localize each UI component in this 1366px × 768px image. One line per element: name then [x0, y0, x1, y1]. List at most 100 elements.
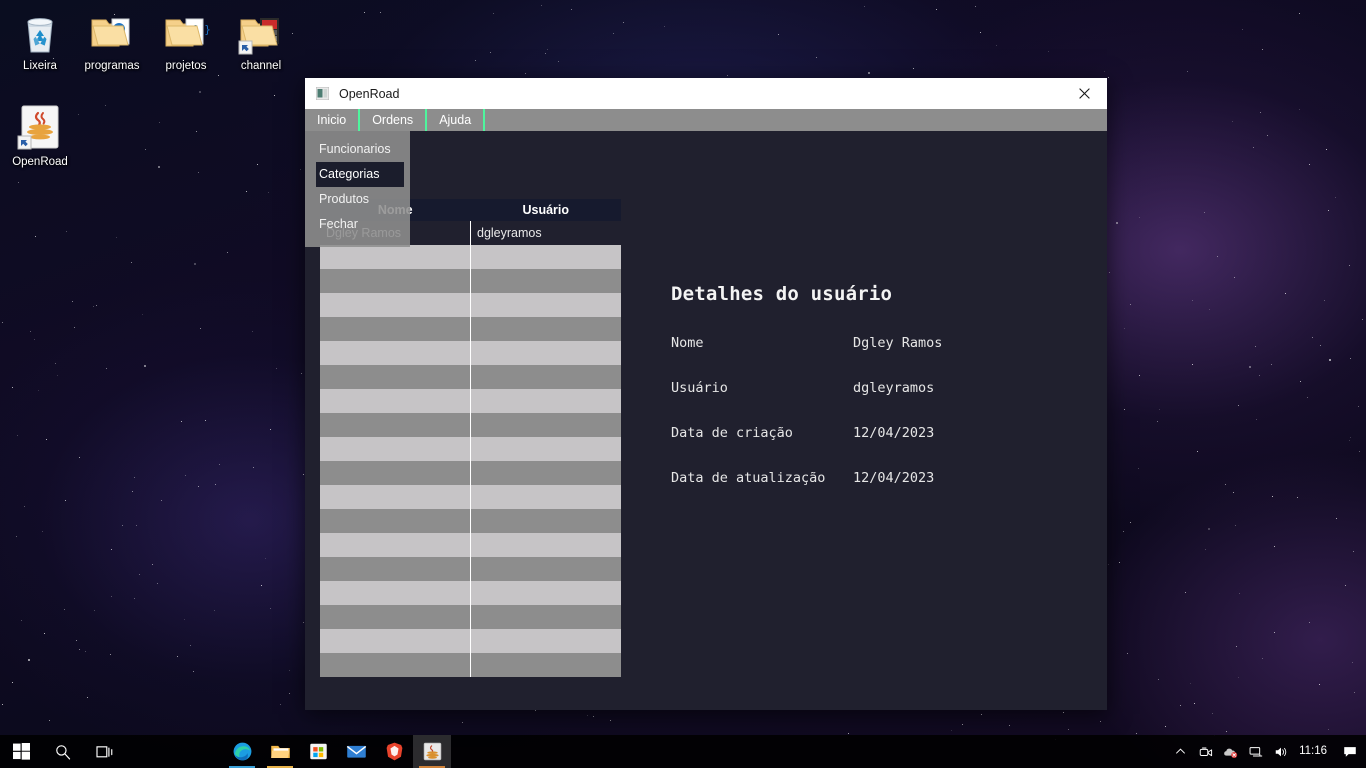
- cell-nome: [320, 533, 471, 557]
- network-icon[interactable]: [1243, 735, 1268, 768]
- cell-usuario: [470, 533, 621, 557]
- menu-label: Inicio: [317, 113, 347, 127]
- taskbar-microsoft-store-icon[interactable]: [299, 735, 337, 768]
- task-view-icon[interactable]: [84, 735, 126, 768]
- cell-usuario: [470, 365, 621, 389]
- desktop-icon-programas[interactable]: programas: [74, 8, 150, 73]
- table-row-empty[interactable]: [320, 413, 621, 437]
- close-icon[interactable]: [1062, 78, 1107, 109]
- cell-usuario: [470, 509, 621, 533]
- desktop-icon-channel[interactable]: channel: [223, 8, 299, 73]
- taskbar-file-explorer-icon[interactable]: [261, 735, 299, 768]
- camera-icon[interactable]: [1193, 735, 1218, 768]
- table-row-empty[interactable]: [320, 245, 621, 269]
- table-row-empty[interactable]: [320, 509, 621, 533]
- desktop-icon-label: programas: [84, 60, 140, 72]
- table-row-empty[interactable]: [320, 485, 621, 509]
- window-title: OpenRoad: [339, 86, 400, 101]
- cell-nome: [320, 605, 471, 629]
- cell-nome: [320, 293, 471, 317]
- menu-item-categorias[interactable]: Categorias: [316, 162, 404, 187]
- detail-value: 12/04/2023: [853, 470, 935, 486]
- folder-shortcut-icon: [237, 8, 285, 56]
- cell-nome: [320, 509, 471, 533]
- java-app-shortcut-icon: [16, 104, 64, 152]
- cell-nome: [320, 653, 471, 677]
- menu-item-funcionarios[interactable]: Funcionarios: [305, 137, 410, 162]
- table-row-empty[interactable]: [320, 533, 621, 557]
- notification-center-icon[interactable]: [1337, 735, 1362, 768]
- table-row-empty[interactable]: [320, 581, 621, 605]
- cell-nome: [320, 413, 471, 437]
- show-hidden-icons-chevron[interactable]: [1168, 735, 1193, 768]
- cell-nome: [320, 365, 471, 389]
- table-row-empty[interactable]: [320, 317, 621, 341]
- cell-nome: [320, 485, 471, 509]
- detail-key: Data de criação: [671, 425, 793, 441]
- menu-inicio-dropdown: Funcionarios Categorias Produtos Fechar: [305, 131, 410, 247]
- user-details-panel: Detalhes do usuário Nome Dgley Ramos Usu…: [671, 283, 1071, 515]
- table-row-empty[interactable]: [320, 461, 621, 485]
- taskbar-mail-icon[interactable]: [337, 735, 375, 768]
- details-title: Detalhes do usuário: [671, 283, 893, 305]
- table-row-empty[interactable]: [320, 269, 621, 293]
- desktop-icon-label: OpenRoad: [12, 156, 68, 168]
- cell-usuario: [470, 629, 621, 653]
- onedrive-error-icon[interactable]: [1218, 735, 1243, 768]
- table-row-empty[interactable]: [320, 629, 621, 653]
- cell-usuario: [470, 557, 621, 581]
- detail-value: Dgley Ramos: [853, 335, 943, 351]
- system-tray: 11:16: [1168, 735, 1366, 768]
- desktop-icon-projetos[interactable]: { } projetos: [148, 8, 224, 73]
- taskbar-apps: [223, 735, 451, 768]
- cell-nome: [320, 437, 471, 461]
- table-row-empty[interactable]: [320, 437, 621, 461]
- taskbar-clock[interactable]: 11:16: [1293, 735, 1337, 768]
- window-titlebar[interactable]: OpenRoad: [305, 78, 1107, 109]
- taskbar-brave-browser-icon[interactable]: [375, 735, 413, 768]
- detail-key: Data de atualização: [671, 470, 826, 486]
- cell-usuario: [470, 461, 621, 485]
- folder-icon: { }: [162, 8, 211, 56]
- cell-usuario: [470, 269, 621, 293]
- desktop: Lixeira programas { } projetos channel O…: [0, 0, 1366, 768]
- search-icon[interactable]: [42, 735, 84, 768]
- table-row-empty[interactable]: [320, 605, 621, 629]
- detail-row-nome: Nome Dgley Ramos: [671, 335, 1071, 351]
- users-table[interactable]: Nome Usuário Dgley Ramosdgleyramos: [320, 199, 621, 677]
- taskbar-edge-icon[interactable]: [223, 735, 261, 768]
- table-row-empty[interactable]: [320, 653, 621, 677]
- cell-usuario: [470, 317, 621, 341]
- table-row-empty[interactable]: [320, 293, 621, 317]
- cell-usuario: [470, 413, 621, 437]
- menu-item-produtos[interactable]: Produtos: [305, 187, 410, 212]
- menu-ordens[interactable]: Ordens: [360, 109, 428, 131]
- table-row-empty[interactable]: [320, 341, 621, 365]
- detail-value: dgleyramos: [853, 380, 935, 396]
- menu-ajuda[interactable]: Ajuda: [427, 109, 486, 131]
- detail-row-usuario: Usuário dgleyramos: [671, 380, 1071, 396]
- menu-label: Ajuda: [439, 113, 472, 127]
- menu-item-fechar[interactable]: Fechar: [305, 212, 410, 237]
- table-row-empty[interactable]: [320, 389, 621, 413]
- desktop-icon-openroad[interactable]: OpenRoad: [2, 104, 78, 169]
- windows-start-icon[interactable]: [0, 735, 42, 768]
- desktop-icon-label: channel: [240, 60, 282, 72]
- taskbar-java-app-icon[interactable]: [413, 735, 451, 768]
- cell-usuario: [470, 485, 621, 509]
- menu-inicio[interactable]: Inicio: [305, 109, 361, 131]
- column-header-usuario[interactable]: Usuário: [470, 199, 621, 221]
- cell-usuario: [470, 581, 621, 605]
- cell-usuario: [470, 437, 621, 461]
- cell-nome: [320, 269, 471, 293]
- cell-nome: [320, 461, 471, 485]
- desktop-icon-lixeira[interactable]: Lixeira: [2, 8, 78, 73]
- menubar: Inicio Ordens Ajuda Funcionarios Categor…: [305, 109, 1107, 247]
- cell-nome: [320, 389, 471, 413]
- volume-icon[interactable]: [1268, 735, 1293, 768]
- detail-key: Nome: [671, 335, 704, 351]
- app-icon: [315, 86, 330, 101]
- cell-usuario: [470, 293, 621, 317]
- table-row-empty[interactable]: [320, 557, 621, 581]
- table-row-empty[interactable]: [320, 365, 621, 389]
